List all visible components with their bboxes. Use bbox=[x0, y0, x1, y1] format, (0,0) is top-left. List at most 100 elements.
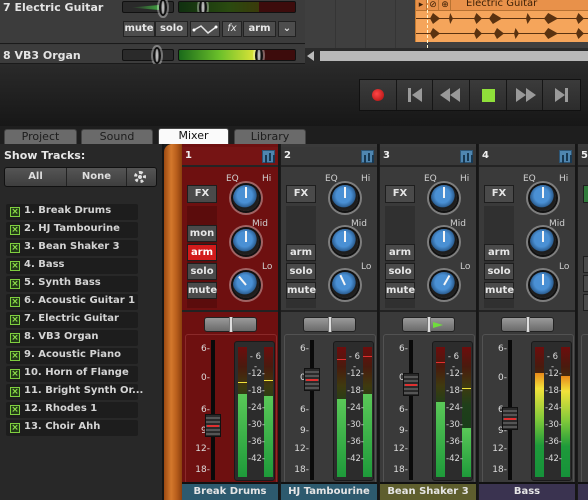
fader-track[interactable] bbox=[211, 340, 215, 480]
fast-forward-button[interactable] bbox=[507, 80, 544, 110]
fx-button[interactable]: fx bbox=[222, 21, 242, 37]
eq-settings-icon[interactable] bbox=[262, 150, 275, 163]
pan-slider[interactable] bbox=[402, 317, 455, 332]
strip-name-label[interactable]: HJ Tambourine bbox=[281, 484, 377, 500]
pan-slider[interactable] bbox=[501, 317, 554, 332]
tab-mixer[interactable]: Mixer bbox=[158, 128, 229, 144]
checkbox[interactable]: × bbox=[10, 315, 20, 325]
strip-name-label[interactable]: Break Drums bbox=[182, 484, 278, 500]
go-to-end-button[interactable] bbox=[543, 80, 580, 110]
strip-button[interactable] bbox=[583, 275, 588, 292]
checkbox[interactable]: × bbox=[10, 243, 20, 253]
arm-button[interactable]: arm bbox=[385, 244, 415, 261]
mute-button[interactable]: mute bbox=[187, 282, 217, 299]
eq-hi-knob[interactable] bbox=[332, 185, 358, 211]
mute-button[interactable]: mute bbox=[484, 282, 514, 299]
checkbox[interactable]: × bbox=[10, 405, 20, 415]
pan-slider[interactable] bbox=[303, 317, 356, 332]
checkbox[interactable]: × bbox=[10, 369, 20, 379]
eq-mid-knob[interactable] bbox=[431, 229, 457, 255]
strip-button[interactable] bbox=[583, 294, 588, 311]
volume-fader-handle[interactable] bbox=[205, 414, 221, 437]
arm-button[interactable]: arm bbox=[286, 244, 316, 261]
checkbox[interactable]: × bbox=[10, 297, 20, 307]
scrollbar-thumb[interactable] bbox=[320, 51, 588, 61]
strip-header[interactable]: 1 bbox=[182, 147, 278, 167]
record-button[interactable] bbox=[360, 80, 397, 110]
show-all-button[interactable]: All bbox=[5, 168, 67, 186]
eq-lo-knob[interactable] bbox=[332, 272, 358, 298]
fx-button[interactable]: FX bbox=[187, 185, 217, 203]
show-none-button[interactable]: None bbox=[67, 168, 127, 186]
track-list-item[interactable]: × 7. Electric Guitar bbox=[6, 312, 138, 328]
mute-button[interactable]: mute bbox=[385, 282, 415, 299]
checkbox[interactable]: × bbox=[10, 333, 20, 343]
fx-button[interactable]: FX bbox=[484, 185, 514, 203]
checkbox[interactable]: × bbox=[10, 351, 20, 361]
solo-button[interactable]: solo bbox=[155, 21, 188, 37]
arm-button[interactable]: arm bbox=[187, 244, 217, 261]
tab-library[interactable]: Library bbox=[234, 129, 306, 144]
checkbox[interactable]: × bbox=[10, 387, 20, 397]
strip-header[interactable]: 5 bbox=[578, 147, 588, 167]
tab-sound[interactable]: Sound bbox=[81, 129, 153, 144]
track-list-item[interactable]: × 12. Rhodes 1 bbox=[6, 402, 138, 418]
eq-hi-knob[interactable] bbox=[530, 185, 556, 211]
go-to-start-button[interactable] bbox=[397, 80, 434, 110]
fx-button[interactable]: FX bbox=[385, 185, 415, 203]
track-list-item[interactable]: × 2. HJ Tambourine bbox=[6, 222, 138, 238]
eq-mid-knob[interactable] bbox=[530, 229, 556, 255]
checkbox[interactable]: × bbox=[10, 225, 20, 235]
eq-lo-knob[interactable] bbox=[530, 272, 556, 298]
track-header-electric-guitar[interactable]: 7 Electric Guitar mute solo fx arm ⌄ bbox=[0, 0, 305, 44]
mute-button[interactable]: mute bbox=[286, 282, 316, 299]
stop-button[interactable] bbox=[470, 80, 507, 110]
strip-header[interactable]: 2 bbox=[281, 147, 377, 167]
track-list-item[interactable]: × 8. VB3 Organ bbox=[6, 330, 138, 346]
track-list-item[interactable]: × 9. Acoustic Piano bbox=[6, 348, 138, 364]
audio-region[interactable]: ▸ ⊘ ⊕ Electric Guitar bbox=[415, 0, 588, 42]
strip-header[interactable]: 3 bbox=[380, 147, 476, 167]
arm-button[interactable]: arm bbox=[484, 244, 514, 261]
strip-header[interactable]: 4 bbox=[479, 147, 575, 167]
eq-mid-knob[interactable] bbox=[332, 229, 358, 255]
settings-button[interactable] bbox=[127, 168, 156, 186]
pan-slider[interactable] bbox=[204, 317, 257, 332]
tab-project[interactable]: Project bbox=[4, 129, 77, 144]
eq-lo-knob[interactable] bbox=[431, 272, 457, 298]
strip-button[interactable] bbox=[583, 256, 588, 273]
checkbox[interactable]: × bbox=[10, 279, 20, 289]
volume-fader-handle[interactable] bbox=[502, 407, 518, 430]
solo-button[interactable]: solo bbox=[286, 263, 316, 280]
mon-button[interactable]: mon bbox=[187, 225, 217, 242]
fader-track[interactable] bbox=[409, 340, 413, 480]
eq-hi-knob[interactable] bbox=[233, 185, 259, 211]
checkbox[interactable]: × bbox=[10, 423, 20, 433]
track-list-item[interactable]: × 13. Choir Ahh bbox=[6, 420, 138, 436]
track-list-item[interactable]: × 11. Bright Synth Or... bbox=[6, 384, 143, 400]
pan-handle[interactable] bbox=[526, 317, 530, 332]
fx-button[interactable] bbox=[583, 185, 588, 203]
fx-button[interactable]: FX bbox=[286, 185, 316, 203]
pan-handle[interactable] bbox=[229, 317, 233, 332]
volume-fader-handle[interactable] bbox=[304, 368, 320, 391]
pan-handle[interactable] bbox=[328, 317, 332, 332]
horizontal-scrollbar[interactable] bbox=[305, 48, 588, 64]
track-list-item[interactable]: × 6. Acoustic Guitar 1 bbox=[6, 294, 138, 310]
arm-button[interactable]: arm bbox=[243, 21, 276, 37]
track-pan-slider[interactable] bbox=[122, 49, 174, 62]
mute-button[interactable]: mute bbox=[123, 21, 155, 37]
track-list-item[interactable]: × 5. Synth Bass bbox=[6, 276, 138, 292]
track-menu-button[interactable]: ⌄ bbox=[278, 21, 296, 37]
checkbox[interactable]: × bbox=[10, 207, 20, 217]
solo-button[interactable]: solo bbox=[385, 263, 415, 280]
eq-lo-knob[interactable] bbox=[233, 272, 259, 298]
pan-handle[interactable] bbox=[427, 317, 431, 332]
track-list-item[interactable]: × 1. Break Drums bbox=[6, 204, 138, 220]
track-list-item[interactable]: × 3. Bean Shaker 3 bbox=[6, 240, 138, 256]
fader-track[interactable] bbox=[310, 340, 314, 480]
automation-button[interactable] bbox=[190, 21, 220, 37]
track-volume-slider[interactable] bbox=[178, 49, 296, 61]
eq-settings-icon[interactable] bbox=[460, 150, 473, 163]
playhead[interactable] bbox=[427, 0, 428, 48]
